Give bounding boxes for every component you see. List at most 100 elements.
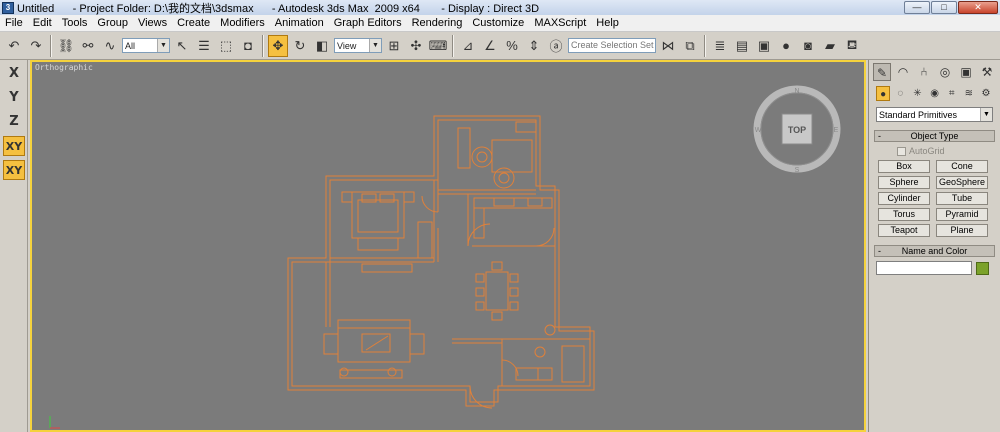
keyboard-shortcut-icon[interactable]: ⌨	[428, 35, 448, 57]
percent-snap-icon[interactable]: %	[502, 35, 522, 57]
menu-group[interactable]: Group	[92, 15, 133, 32]
select-and-rotate-icon[interactable]: ↻	[290, 35, 310, 57]
select-by-name-icon[interactable]: ☰	[194, 35, 214, 57]
floor-plan-bed-pillow	[379, 193, 395, 203]
teapot-button[interactable]: Teapot	[878, 224, 930, 237]
shapes-icon[interactable]: ◌	[893, 86, 907, 101]
quick-render-icon[interactable]: ⛾	[842, 35, 862, 57]
curve-editor-icon[interactable]: ▤	[732, 35, 752, 57]
object-type-rollout-header[interactable]: - Object Type	[874, 130, 995, 142]
torus-button[interactable]: Torus	[878, 208, 930, 221]
object-color-swatch[interactable]	[976, 261, 989, 275]
axis-y-button[interactable]: Y	[3, 88, 25, 108]
geometry-icon[interactable]: ●	[876, 86, 891, 101]
modify-tab-icon[interactable]: ◠	[894, 63, 912, 81]
menu-edit[interactable]: Edit	[28, 15, 57, 32]
motion-tab-icon[interactable]: ◎	[936, 63, 954, 81]
select-and-scale-icon[interactable]: ◧	[312, 35, 332, 57]
app-icon[interactable]: 3	[2, 1, 14, 14]
bind-space-warp-icon[interactable]: ∿	[100, 35, 120, 57]
reference-coord-dropdown[interactable]: View ▼	[334, 38, 382, 53]
menu-animation[interactable]: Animation	[270, 15, 329, 32]
select-and-link-icon[interactable]: ⛓	[56, 35, 76, 57]
floor-plan-tv-cabinet	[361, 263, 413, 273]
lights-icon[interactable]: ✳	[910, 86, 924, 101]
undo-icon[interactable]: ↶	[4, 35, 24, 57]
menu-help[interactable]: Help	[591, 15, 624, 32]
plane-button[interactable]: Plane	[936, 224, 988, 237]
floor-plan-door-arc	[469, 385, 493, 409]
layer-manager-icon[interactable]: ≣	[710, 35, 730, 57]
axis-z-button[interactable]: Z	[3, 112, 25, 132]
menu-create[interactable]: Create	[172, 15, 215, 32]
window-crossing-icon[interactable]: ◘	[238, 35, 258, 57]
floor-plan-fixture	[537, 367, 553, 381]
floor-plan-plant	[544, 324, 556, 336]
sphere-button[interactable]: Sphere	[878, 176, 930, 189]
menu-modifiers[interactable]: Modifiers	[215, 15, 270, 32]
autogrid-row: AutoGrid	[897, 145, 1000, 157]
render-setup-icon[interactable]: ◙	[798, 35, 818, 57]
spinner-snap-icon[interactable]: ⇕	[524, 35, 544, 57]
floor-plan-outer-wall	[287, 115, 595, 407]
hierarchy-tab-icon[interactable]: ⑃	[915, 63, 933, 81]
floor-plan-chair	[475, 301, 485, 311]
display-tab-icon[interactable]: ▣	[957, 63, 975, 81]
object-name-input[interactable]	[876, 261, 972, 275]
minimize-button[interactable]: —	[904, 1, 930, 14]
helpers-icon[interactable]: ⌗	[945, 86, 959, 101]
floor-plan-sofa	[337, 319, 411, 363]
mirror-icon[interactable]: ⋈	[658, 35, 678, 57]
autogrid-checkbox[interactable]	[897, 146, 906, 156]
menu-views[interactable]: Views	[133, 15, 172, 32]
menu-tools[interactable]: Tools	[57, 15, 93, 32]
space-warps-icon[interactable]: ≋	[962, 86, 976, 101]
axis-xy-flyout-button[interactable]: XY	[3, 160, 25, 180]
orthographic-viewport[interactable]: Orthographic TOP N W E S	[30, 60, 866, 432]
material-editor-icon[interactable]: ●	[776, 35, 796, 57]
cone-button[interactable]: Cone	[936, 160, 988, 173]
systems-icon[interactable]: ⚙	[979, 86, 993, 101]
axis-xy-button[interactable]: XY	[3, 136, 25, 156]
menu-customize[interactable]: Customize	[467, 15, 529, 32]
pivot-center-icon[interactable]: ⊞	[384, 35, 404, 57]
menu-rendering[interactable]: Rendering	[407, 15, 468, 32]
render-frame-icon[interactable]: ▰	[820, 35, 840, 57]
menu-graph-editors[interactable]: Graph Editors	[329, 15, 407, 32]
cameras-icon[interactable]: ◉	[928, 86, 942, 101]
redo-icon[interactable]: ↷	[26, 35, 46, 57]
edit-named-sets-icon[interactable]: ⓐ	[546, 35, 566, 57]
angle-snap-icon[interactable]: ∠	[480, 35, 500, 57]
geosphere-button[interactable]: GeoSphere	[936, 176, 988, 189]
viewcube[interactable]: TOP N W E S	[752, 84, 842, 174]
tube-button[interactable]: Tube	[936, 192, 988, 205]
floor-plan-armchair	[323, 333, 339, 355]
floor-plan-plant	[387, 367, 397, 377]
maximize-button[interactable]: □	[931, 1, 957, 14]
chevron-down-icon: ▼	[980, 108, 992, 121]
box-button[interactable]: Box	[878, 160, 930, 173]
rectangular-region-icon[interactable]: ⬚	[216, 35, 236, 57]
pyramid-button[interactable]: Pyramid	[936, 208, 988, 221]
close-button[interactable]: ✕	[958, 1, 998, 14]
select-object-icon[interactable]: ↖	[172, 35, 192, 57]
align-icon[interactable]: ⧉	[680, 35, 700, 57]
schematic-view-icon[interactable]: ▣	[754, 35, 774, 57]
primitive-type-dropdown[interactable]: Standard Primitives ▼	[876, 107, 993, 122]
select-and-move-icon[interactable]: ✥	[268, 34, 288, 57]
select-manipulate-icon[interactable]: ✣	[406, 35, 426, 57]
window-controls: — □ ✕	[904, 1, 998, 14]
snaps-toggle-icon[interactable]: ⊿	[458, 35, 478, 57]
floor-plan-hatch	[365, 335, 389, 351]
axis-x-button[interactable]: X	[3, 64, 25, 84]
name-and-color-rollout-header[interactable]: - Name and Color	[874, 245, 995, 257]
unlink-icon[interactable]: ⚯	[78, 35, 98, 57]
create-tab-icon[interactable]: ✎	[873, 63, 891, 81]
named-selection-input[interactable]: Create Selection Set	[568, 38, 656, 53]
menu-maxscript[interactable]: MAXScript	[529, 15, 591, 32]
cylinder-button[interactable]: Cylinder	[878, 192, 930, 205]
object-type-buttons: Box Cone Sphere GeoSphere Cylinder Tube …	[878, 160, 1000, 237]
menu-file[interactable]: File	[0, 15, 28, 32]
selection-filter-dropdown[interactable]: All ▼	[122, 38, 170, 53]
utilities-tab-icon[interactable]: ⚒	[978, 63, 996, 81]
